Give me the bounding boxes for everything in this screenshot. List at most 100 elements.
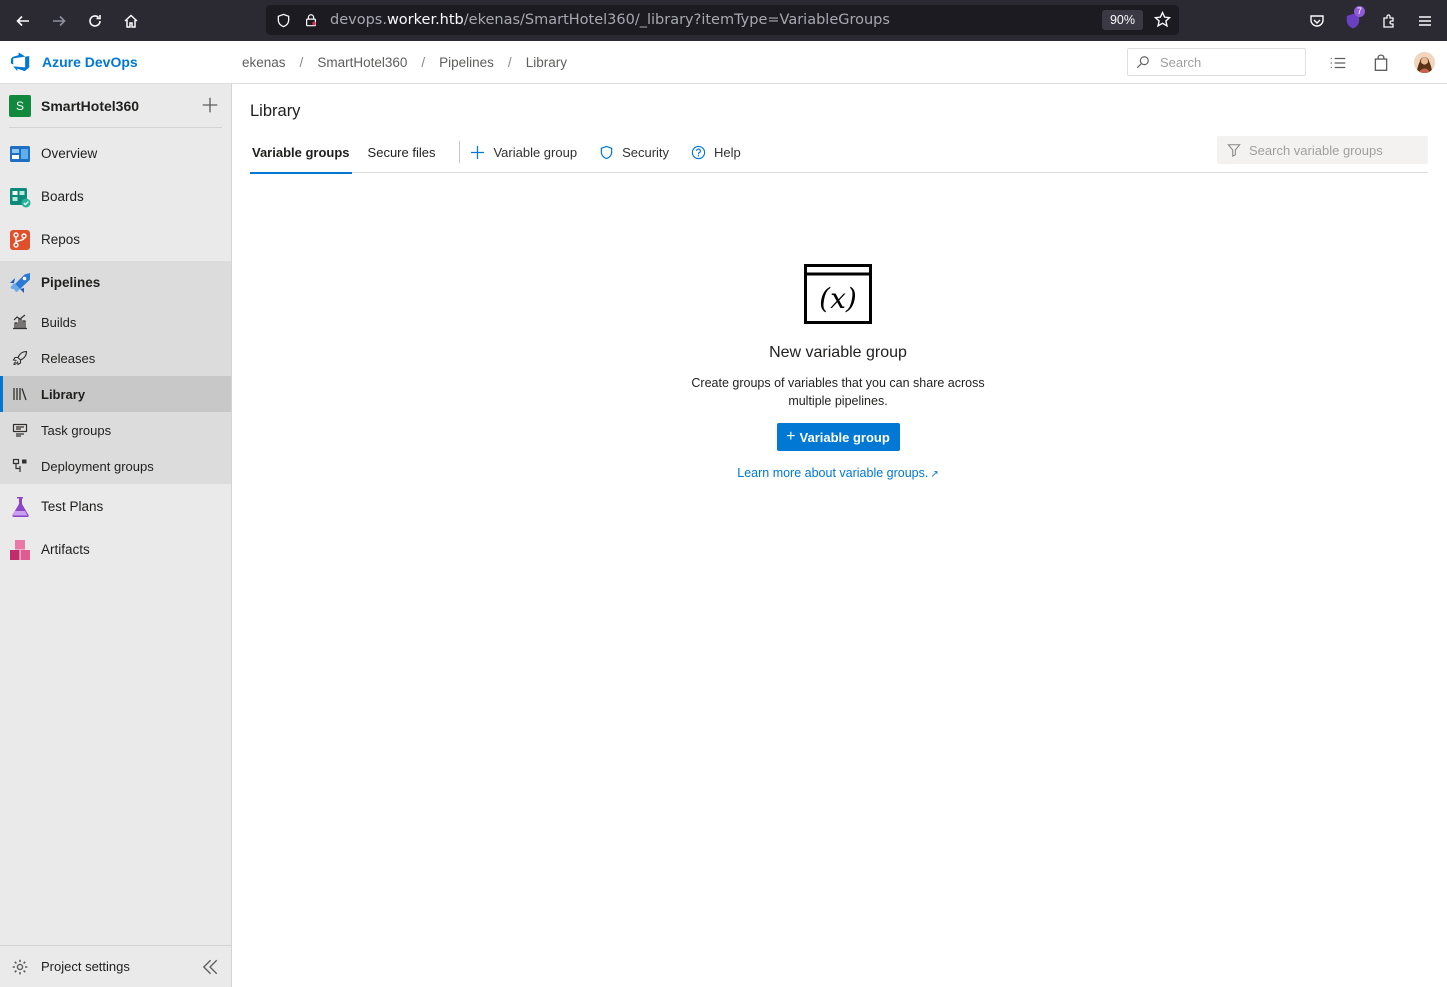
ado-header: Azure DevOps ekenas / SmartHotel360 / Pi… xyxy=(0,41,1447,84)
reload-icon xyxy=(89,14,101,27)
sidebar-item-label: Boards xyxy=(41,189,84,204)
external-link-icon: ↗ xyxy=(930,469,939,480)
sidebar-subitem-deployment-groups[interactable]: Deployment groups xyxy=(0,448,231,484)
builds-icon xyxy=(11,313,29,331)
breadcrumb: ekenas / SmartHotel360 / Pipelines / Lib… xyxy=(232,55,567,70)
azure-devops-logo-icon xyxy=(10,52,30,72)
overview-icon xyxy=(9,143,31,165)
sidebar-subitem-builds[interactable]: Builds xyxy=(0,304,231,340)
extension-button[interactable]: 7 xyxy=(1335,0,1371,41)
extension-badge: 7 xyxy=(1353,6,1365,17)
sidebar-subitem-task-groups[interactable]: Task groups xyxy=(0,412,231,448)
task-groups-icon xyxy=(11,421,29,439)
help-label: Help xyxy=(714,144,741,160)
sidebar-item-label: Overview xyxy=(41,146,98,161)
sidebar-item-test-plans[interactable]: Test Plans xyxy=(0,485,231,528)
work-items-list-icon[interactable] xyxy=(1329,54,1347,72)
sidebar-item-label: Library xyxy=(41,386,86,402)
plus-icon[interactable] xyxy=(201,96,219,114)
help-command[interactable]: Help xyxy=(691,145,741,160)
empty-state-description: Create groups of variables that you can … xyxy=(691,376,985,408)
browser-toolbar: devops.worker.htb/ekenas/SmartHotel360/_… xyxy=(0,0,1447,41)
breadcrumb-separator: / xyxy=(299,54,304,70)
pipelines-submenu: Builds Releases Library Task groups Depl… xyxy=(0,304,231,484)
breadcrumb-separator: / xyxy=(507,54,512,70)
releases-icon xyxy=(11,349,29,367)
sidebar-divider xyxy=(9,127,222,128)
breadcrumb-separator: / xyxy=(421,54,426,70)
boards-icon xyxy=(9,186,31,208)
arrow-right-icon xyxy=(53,15,66,26)
pipelines-icon xyxy=(9,272,31,294)
page-title: Library xyxy=(250,102,301,120)
gear-icon xyxy=(12,959,28,974)
zoom-level-badge[interactable]: 90% xyxy=(1101,10,1143,30)
sidebar-item-label: Artifacts xyxy=(41,542,90,557)
plus-icon xyxy=(471,145,485,159)
plus-icon: + xyxy=(786,428,796,445)
repos-icon xyxy=(9,229,31,251)
security-command[interactable]: Security xyxy=(599,145,669,160)
puzzle-icon xyxy=(1383,13,1394,28)
forward-button[interactable] xyxy=(41,0,77,41)
sidebar-subitem-releases[interactable]: Releases xyxy=(0,340,231,376)
project-avatar: S xyxy=(9,94,31,117)
home-button[interactable] xyxy=(113,0,149,41)
learn-more-link[interactable]: Learn more about variable groups. ↗ xyxy=(688,466,988,480)
tab-variable-groups[interactable]: Variable groups xyxy=(250,132,352,174)
collapse-sidebar-icon[interactable] xyxy=(201,958,219,976)
back-button[interactable] xyxy=(5,0,41,41)
tab-secure-files[interactable]: Secure files xyxy=(366,132,438,173)
breadcrumb-pipelines[interactable]: Pipelines xyxy=(439,55,494,70)
main-content: Library Variable groups Secure files Var… xyxy=(232,84,1447,987)
brand[interactable]: Azure DevOps xyxy=(0,51,232,73)
user-avatar[interactable] xyxy=(1414,52,1435,73)
library-tabbar: Variable groups Secure files Variable gr… xyxy=(250,132,1428,174)
url-bar[interactable]: devops.worker.htb/ekenas/SmartHotel360/_… xyxy=(266,5,1179,35)
url-path: /ekenas/SmartHotel360/_library?itemType=… xyxy=(463,12,890,28)
add-variable-group-command[interactable]: Variable group xyxy=(470,145,577,160)
add-variable-group-label: Variable group xyxy=(493,144,578,160)
pocket-button[interactable] xyxy=(1299,0,1335,41)
artifacts-icon xyxy=(9,539,31,561)
header-search-placeholder: Search xyxy=(1160,54,1202,70)
app-menu-button[interactable] xyxy=(1407,0,1443,41)
filter-icon xyxy=(1227,144,1241,157)
project-selector[interactable]: S SmartHotel360 xyxy=(0,84,231,127)
breadcrumb-org[interactable]: ekenas xyxy=(242,55,286,70)
sidebar-item-label: Task groups xyxy=(41,422,112,438)
breadcrumb-project[interactable]: SmartHotel360 xyxy=(317,55,407,70)
sidebar-item-label: Builds xyxy=(41,314,77,330)
arrow-left-icon xyxy=(16,15,29,26)
url-text: devops.worker.htb/ekenas/SmartHotel360/_… xyxy=(330,12,890,28)
search-variable-groups-input[interactable]: Search variable groups xyxy=(1217,136,1428,164)
project-settings-button[interactable]: Project settings xyxy=(0,945,231,987)
reload-button[interactable] xyxy=(77,0,113,41)
browser-extension-tools: 7 xyxy=(1299,0,1447,41)
sidebar-item-label: Repos xyxy=(41,232,81,247)
hamburger-icon xyxy=(1419,15,1431,26)
search-icon xyxy=(1136,56,1149,69)
bookmark-star-icon[interactable] xyxy=(1153,10,1172,31)
sidebar-item-label: Test Plans xyxy=(41,499,104,514)
breadcrumb-library[interactable]: Library xyxy=(526,55,567,70)
tracking-shield-icon[interactable] xyxy=(274,11,292,29)
new-variable-group-button[interactable]: + Variable group xyxy=(776,423,900,451)
library-icon xyxy=(11,385,29,403)
extensions-menu-button[interactable] xyxy=(1371,0,1407,41)
sidebar-item-artifacts[interactable]: Artifacts xyxy=(0,528,231,571)
header-search-input[interactable]: Search xyxy=(1127,48,1306,76)
lock-icon[interactable] xyxy=(302,11,320,29)
pocket-icon xyxy=(1310,14,1324,27)
user-avatar-icon xyxy=(1414,52,1435,73)
learn-more-link-text: Learn more about variable groups. xyxy=(737,466,929,480)
help-icon xyxy=(691,145,706,159)
home-icon xyxy=(124,13,138,28)
sidebar-item-boards[interactable]: Boards xyxy=(0,175,231,218)
sidebar-item-overview[interactable]: Overview xyxy=(0,132,231,175)
marketplace-bag-icon[interactable] xyxy=(1372,54,1390,72)
sidebar-item-label: Pipelines xyxy=(41,275,101,290)
sidebar-subitem-library[interactable]: Library xyxy=(0,376,231,412)
sidebar-item-pipelines[interactable]: Pipelines xyxy=(0,261,231,304)
sidebar-item-repos[interactable]: Repos xyxy=(0,218,231,261)
